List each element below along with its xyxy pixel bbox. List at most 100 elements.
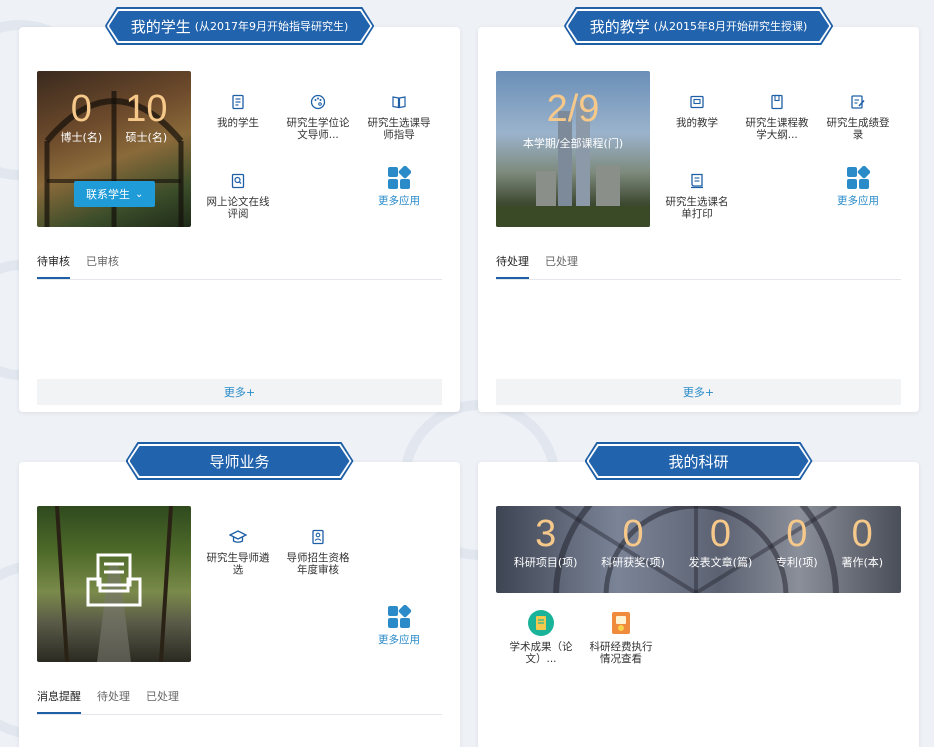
advisor-more-apps[interactable]: 更多应用 (364, 605, 434, 646)
my-students-card: 我的学生 (从2017年9月开始指导研究生) 0 博士(名) 10 硕士(名) … (19, 27, 460, 412)
stat-patents: 0 专利(项) (776, 514, 818, 570)
advisor-tabs: 消息提醒 待处理 已处理 (37, 688, 442, 715)
app-online-review[interactable]: 网上论文在线评阅 (203, 171, 273, 220)
app-research-funding[interactable]: 科研经费执行情况查看 (586, 610, 656, 665)
id-card-icon (312, 529, 324, 545)
app-online-review-label: 网上论文在线评阅 (206, 196, 270, 220)
stat-patents-value: 0 (786, 513, 808, 555)
app-my-teaching[interactable]: 我的教学 (662, 92, 732, 129)
my-research-header: 我的科研 (584, 442, 812, 480)
academic-icon (528, 610, 554, 636)
teaching-title: 我的教学 (589, 17, 650, 36)
app-academic-results[interactable]: 学术成果（论文）... (506, 610, 576, 665)
app-course-list-print-label: 研究生选课名单打印 (665, 196, 729, 220)
students-photo: 0 博士(名) 10 硕士(名) 联系学生 ⌄ (37, 71, 191, 227)
stat-articles-value: 0 (709, 513, 732, 555)
tab-processed[interactable]: 已处理 (545, 253, 578, 279)
stat-articles-label: 发表文章(篇) (688, 556, 753, 569)
notebook-icon (771, 94, 783, 110)
app-advisor-selection[interactable]: 研究生导师遴选 (203, 527, 273, 576)
app-thesis-advisor-label: 研究生学位论文导师... (286, 117, 350, 141)
graduation-cap-icon (229, 530, 247, 543)
students-title: 我的学生 (130, 17, 191, 36)
tab-pending-review[interactable]: 待审核 (37, 253, 70, 279)
stat-master-label: 硕士(名) (125, 131, 168, 144)
my-students-header: 我的学生 (从2017年9月开始指导研究生) (105, 7, 375, 45)
stat-books-label: 著作(本) (841, 556, 884, 569)
funding-icon (612, 612, 630, 634)
advisor-business-header: 导师业务 (125, 442, 353, 480)
app-my-students-label: 我的学生 (217, 117, 259, 129)
my-research-card: 我的科研 3 科研项目(项) 0 科研获奖(项) 0 发表文章(篇) 0 专利(… (478, 462, 919, 747)
app-course-advisor[interactable]: 研究生选课导师指导 (364, 92, 434, 141)
teaching-photo: 2/9 本学期/全部课程(门) (496, 71, 650, 227)
app-course-advisor-label: 研究生选课导师指导 (367, 117, 431, 141)
app-grade-entry[interactable]: 研究生成绩登录 (823, 92, 893, 141)
stat-phd: 0 博士(名) (61, 89, 103, 145)
image-icon (690, 95, 704, 109)
teaching-more-link[interactable]: 更多+ (496, 379, 901, 405)
apps-grid-icon (388, 166, 411, 189)
app-academic-results-label: 学术成果（论文）... (509, 641, 573, 665)
chevron-down-icon: ⌄ (135, 188, 144, 200)
students-more-apps[interactable]: 更多应用 (364, 166, 434, 207)
inbox-icon (86, 553, 142, 607)
app-advisor-selection-label: 研究生导师遴选 (206, 552, 270, 576)
advisor-title: 导师业务 (209, 452, 270, 471)
teaching-subtitle: (从2015年8月开始研究生授课) (653, 20, 808, 33)
students-subtitle: (从2017年9月开始指导研究生) (194, 20, 349, 33)
stat-master-value: 10 (125, 88, 168, 130)
app-course-syllabus[interactable]: 研究生课程教学大纲... (742, 92, 812, 141)
app-thesis-advisor[interactable]: 研究生学位论文导师... (283, 92, 353, 141)
stat-phd-label: 博士(名) (60, 131, 103, 144)
app-my-students[interactable]: 我的学生 (203, 92, 273, 129)
students-tabs: 待审核 已审核 (37, 253, 442, 280)
stat-research-awards: 0 科研获奖(项) (601, 514, 665, 570)
tab-reviewed[interactable]: 已审核 (86, 253, 119, 279)
stat-master: 10 硕士(名) (125, 89, 167, 145)
apps-grid-icon (847, 166, 870, 189)
advisor-photo (37, 506, 191, 662)
students-more-link[interactable]: 更多+ (37, 379, 442, 405)
stat-phd-value: 0 (70, 88, 92, 130)
document-icon (232, 94, 244, 110)
advisor-business-card: 导师业务 研究生导师遴选 导师招生资格年度审核 更多应用 消息提醒 待处理 已处… (19, 462, 460, 747)
teaching-more-apps[interactable]: 更多应用 (823, 166, 893, 207)
stat-patents-label: 专利(项) (776, 556, 818, 569)
research-title: 我的科研 (668, 452, 729, 471)
students-more-apps-label: 更多应用 (378, 195, 420, 207)
stat-research-awards-label: 科研获奖(项) (601, 556, 665, 569)
stat-articles: 0 发表文章(篇) (689, 514, 753, 570)
book-icon (392, 96, 406, 109)
stat-research-projects-label: 科研项目(项) (513, 556, 578, 569)
edit-icon (851, 95, 865, 109)
tab-advisor-to-process[interactable]: 待处理 (97, 688, 130, 714)
teaching-stat-label: 本学期/全部课程(门) (522, 137, 624, 150)
stat-research-projects-value: 3 (535, 513, 557, 555)
my-teaching-card: 我的教学 (从2015年8月开始研究生授课) 2/9 本学期/全部课程(门) 我… (478, 27, 919, 412)
stat-research-projects: 3 科研项目(项) (514, 514, 578, 570)
palette-icon (310, 94, 326, 110)
app-enrollment-qualification-label: 导师招生资格年度审核 (286, 552, 350, 576)
advisor-more-apps-label: 更多应用 (378, 634, 420, 646)
stat-books: 0 著作(本) (841, 514, 883, 570)
apps-grid-icon (388, 605, 411, 628)
app-enrollment-qualification[interactable]: 导师招生资格年度审核 (283, 527, 353, 576)
app-course-list-print[interactable]: 研究生选课名单打印 (662, 171, 732, 220)
teaching-tabs: 待处理 已处理 (496, 253, 901, 280)
stat-research-awards-value: 0 (622, 513, 644, 555)
research-banner: 3 科研项目(项) 0 科研获奖(项) 0 发表文章(篇) 0 专利(项) 0 … (496, 506, 901, 593)
app-course-syllabus-label: 研究生课程教学大纲... (745, 117, 809, 141)
tab-notifications[interactable]: 消息提醒 (37, 688, 81, 714)
teaching-more-apps-label: 更多应用 (837, 195, 879, 207)
stat-books-value: 0 (851, 513, 873, 555)
app-my-teaching-label: 我的教学 (676, 117, 718, 129)
tab-to-process[interactable]: 待处理 (496, 253, 529, 279)
teaching-stat-value: 2/9 (546, 88, 600, 130)
app-research-funding-label: 科研经费执行情况查看 (589, 641, 653, 665)
teaching-stat: 2/9 本学期/全部课程(门) (496, 87, 650, 151)
tab-advisor-processed[interactable]: 已处理 (146, 688, 179, 714)
contact-students-label: 联系学生 (86, 188, 130, 201)
my-teaching-header: 我的教学 (从2015年8月开始研究生授课) (564, 7, 834, 45)
contact-students-button[interactable]: 联系学生 ⌄ (74, 181, 156, 207)
